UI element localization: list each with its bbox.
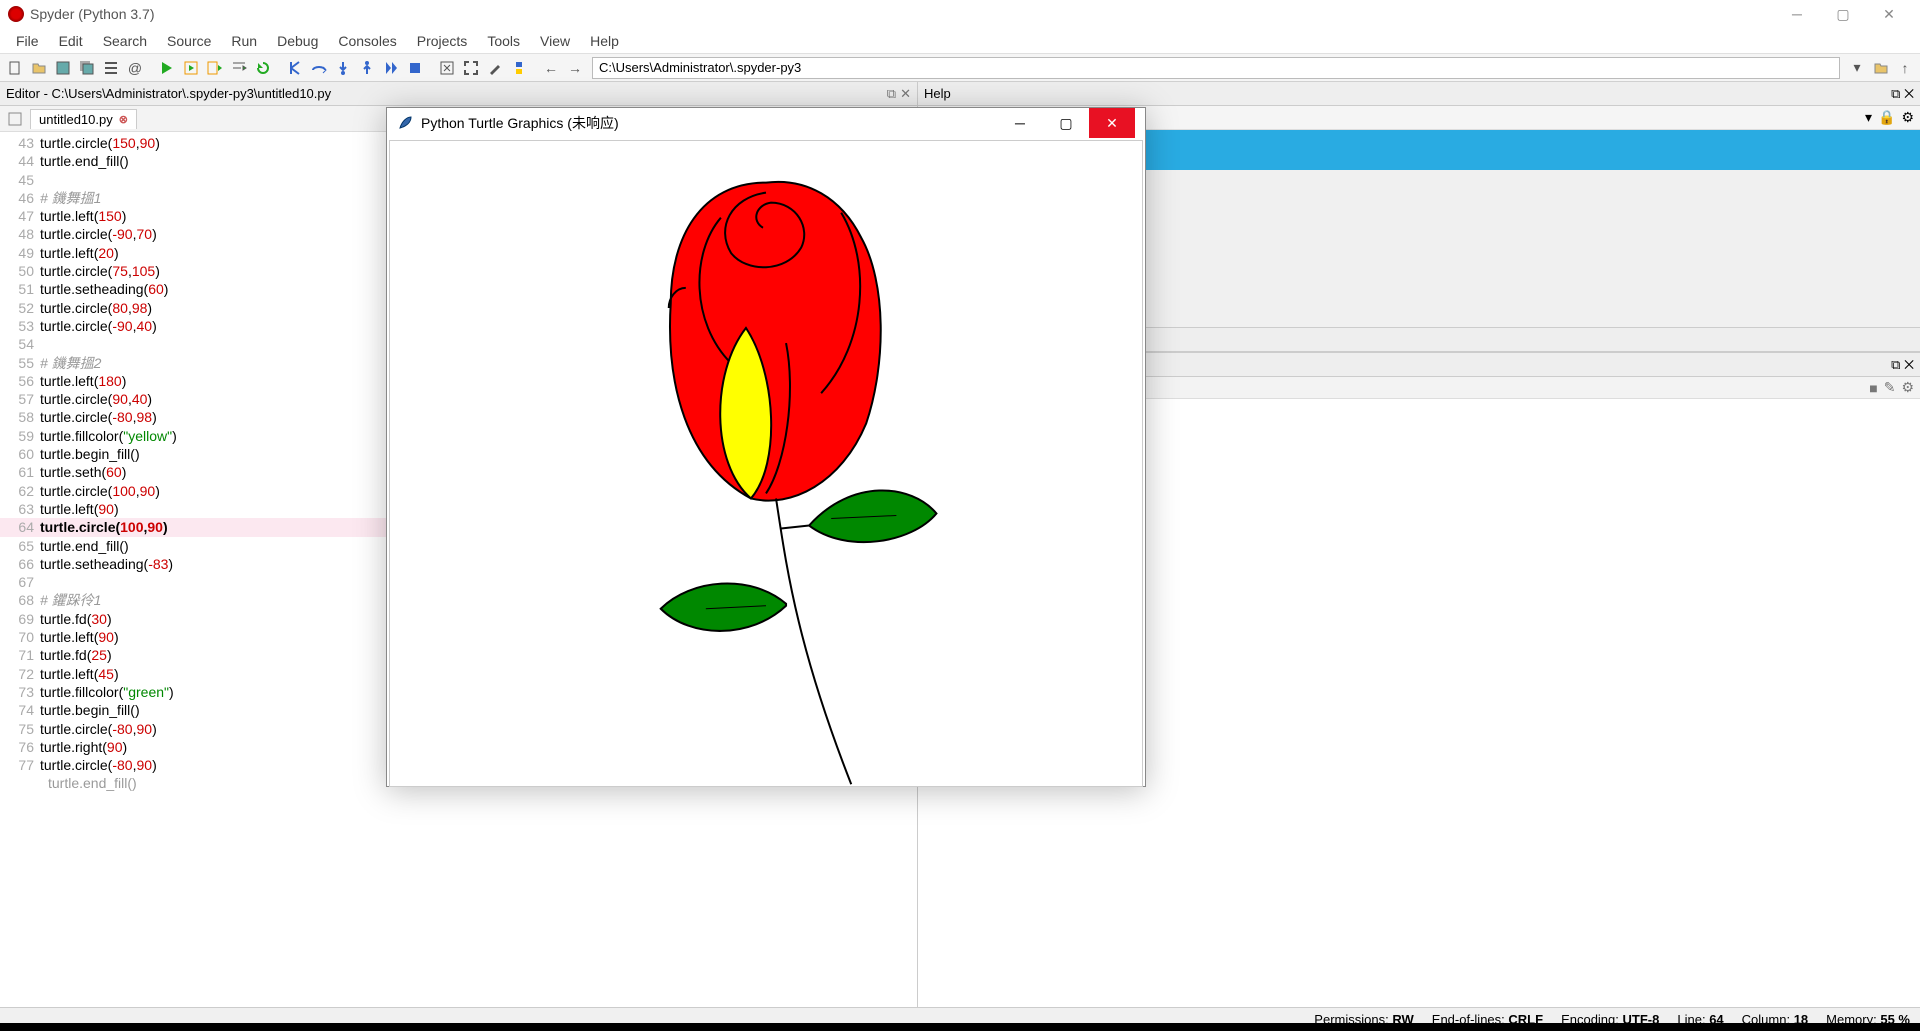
step-over-icon[interactable] (308, 57, 330, 79)
window-close-button[interactable]: ✕ (1866, 0, 1912, 28)
step-into-icon[interactable] (332, 57, 354, 79)
editor-tab[interactable]: untitled10.py ⊗ (30, 109, 137, 129)
menu-view[interactable]: View (530, 31, 580, 51)
turtle-titlebar[interactable]: Python Turtle Graphics (未响应) ─ ▢ ✕ (387, 108, 1145, 138)
rerun-icon[interactable] (252, 57, 274, 79)
help-title-text: Help (924, 86, 951, 101)
preferences-icon[interactable] (484, 57, 506, 79)
step-out-icon[interactable] (356, 57, 378, 79)
save-all-icon[interactable] (76, 57, 98, 79)
continue-icon[interactable] (380, 57, 402, 79)
save-file-icon[interactable] (52, 57, 74, 79)
menu-file[interactable]: File (6, 31, 49, 51)
turtle-icon (397, 115, 413, 131)
menu-run[interactable]: Run (221, 31, 267, 51)
clear-console-icon[interactable]: ✎ (1884, 379, 1896, 396)
file-browser-icon[interactable] (4, 108, 26, 130)
window-title: Spyder (Python 3.7) (30, 6, 155, 22)
close-help-icon[interactable]: ✕ (1904, 86, 1914, 101)
parent-dir-icon[interactable]: ↑ (1894, 57, 1916, 79)
undock-help-icon[interactable]: ⧉ (1891, 86, 1900, 101)
turtle-close-button[interactable]: ✕ (1089, 108, 1135, 138)
menu-source[interactable]: Source (157, 31, 221, 51)
debug-icon[interactable] (284, 57, 306, 79)
lock-icon[interactable]: 🔒 (1878, 109, 1895, 126)
menubar: File Edit Search Source Run Debug Consol… (0, 28, 1920, 54)
close-console-icon[interactable]: ✕ (1904, 357, 1914, 372)
window-maximize-button[interactable]: ▢ (1820, 0, 1866, 28)
menu-projects[interactable]: Projects (407, 31, 478, 51)
at-icon[interactable]: @ (124, 57, 146, 79)
fullscreen-icon[interactable] (460, 57, 482, 79)
forward-icon[interactable]: → (564, 57, 586, 79)
turtle-window-title: Python Turtle Graphics (未响应) (421, 113, 619, 133)
editor-tab-label: untitled10.py (39, 112, 113, 127)
run-cell-advance-icon[interactable] (204, 57, 226, 79)
menu-help[interactable]: Help (580, 31, 629, 51)
editor-pane-title-text: Editor - C:\Users\Administrator\.spyder-… (6, 86, 331, 101)
working-directory-input[interactable]: C:\Users\Administrator\.spyder-py3 (592, 57, 1840, 79)
run-icon[interactable] (156, 57, 178, 79)
menu-edit[interactable]: Edit (49, 31, 93, 51)
new-file-icon[interactable] (4, 57, 26, 79)
turtle-graphics-window[interactable]: Python Turtle Graphics (未响应) ─ ▢ ✕ (386, 107, 1146, 787)
working-directory-text: C:\Users\Administrator\.spyder-py3 (599, 60, 801, 75)
menu-tools[interactable]: Tools (477, 31, 530, 51)
help-dropdown-icon[interactable]: ▾ (1865, 109, 1872, 126)
undock-console-icon[interactable]: ⧉ (1891, 357, 1900, 372)
run-selection-icon[interactable] (228, 57, 250, 79)
menu-consoles[interactable]: Consoles (328, 31, 406, 51)
bottom-black-bar (0, 1023, 1920, 1031)
help-pane-title: Help ⧉ ✕ (918, 82, 1920, 106)
browse-folder-icon[interactable] (1870, 57, 1892, 79)
run-cell-icon[interactable] (180, 57, 202, 79)
main-toolbar: @ ← → C:\Users\Administrator\.spyder-py3… (0, 54, 1920, 82)
window-minimize-button[interactable]: ─ (1774, 0, 1820, 28)
turtle-maximize-button[interactable]: ▢ (1043, 108, 1089, 138)
spyder-icon (8, 6, 24, 22)
back-icon[interactable]: ← (540, 57, 562, 79)
dropdown-icon[interactable]: ▾ (1846, 57, 1868, 79)
python-path-icon[interactable] (508, 57, 530, 79)
stop-console-icon[interactable]: ■ (1869, 380, 1877, 396)
open-file-icon[interactable] (28, 57, 50, 79)
gear-icon[interactable]: ⚙ (1901, 109, 1914, 126)
turtle-canvas (389, 140, 1143, 787)
editor-pane-title: Editor - C:\Users\Administrator\.spyder-… (0, 82, 917, 106)
window-titlebar: Spyder (Python 3.7) ─ ▢ ✕ (0, 0, 1920, 28)
tab-close-icon[interactable]: ⊗ (119, 113, 128, 126)
close-pane-icon[interactable]: ✕ (900, 86, 911, 102)
stop-debug-icon[interactable] (404, 57, 426, 79)
menu-search[interactable]: Search (93, 31, 157, 51)
undock-icon[interactable]: ⧉ (887, 86, 896, 102)
console-options-icon[interactable]: ⚙ (1901, 379, 1914, 396)
maximize-pane-icon[interactable] (436, 57, 458, 79)
menu-debug[interactable]: Debug (267, 31, 328, 51)
list-icon[interactable] (100, 57, 122, 79)
turtle-minimize-button[interactable]: ─ (997, 108, 1043, 138)
